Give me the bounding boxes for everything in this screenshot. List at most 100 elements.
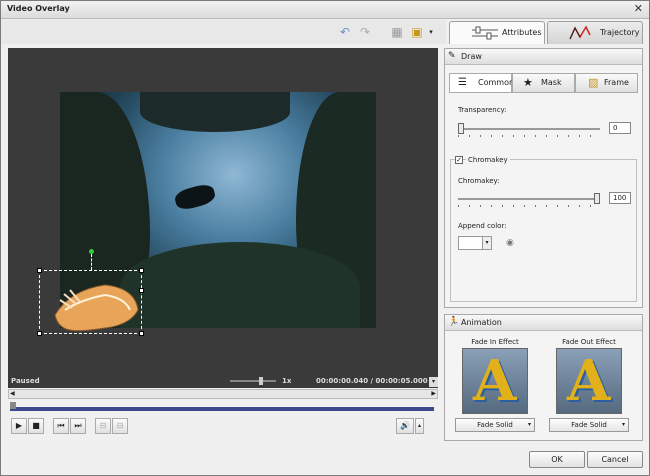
transparency-value-field[interactable]: 0 — [609, 122, 631, 134]
aspect-ratio-dropdown-icon[interactable]: ▾ — [426, 24, 436, 40]
common-icon: ☰ — [458, 77, 467, 88]
tab-trajectory-label: Trajectory — [600, 28, 640, 37]
ok-button[interactable]: OK — [529, 451, 585, 468]
resize-handle-top-left[interactable] — [37, 268, 42, 273]
status-bar: Paused 1x 00:00:00.040 / 00:00:05.000 — [8, 375, 438, 388]
fade-in-select[interactable]: Fade Solid ▾ — [455, 418, 535, 432]
close-icon[interactable]: ✕ — [634, 2, 643, 15]
transparency-slider[interactable] — [458, 123, 600, 137]
attributes-icon — [472, 26, 498, 40]
chevron-down-icon: ▾ — [527, 421, 531, 428]
subtab-frame[interactable]: ▨ Frame — [575, 73, 638, 93]
append-color-picker[interactable]: ▾ — [458, 236, 492, 250]
previous-frame-button[interactable]: ⏮ — [53, 418, 69, 434]
next-frame-icon: ⏭ — [74, 421, 82, 430]
fade-out-select[interactable]: Fade Solid ▾ — [549, 418, 629, 432]
draw-panel-title: Draw — [461, 52, 482, 61]
chromakey-slider-track — [458, 198, 600, 200]
play-button[interactable]: ▶ — [11, 418, 27, 434]
transparency-slider-knob[interactable] — [458, 123, 464, 134]
playback-state: Paused — [11, 377, 40, 385]
window-title: Video Overlay — [7, 4, 70, 13]
chevron-down-icon: ▾ — [482, 237, 491, 249]
mark-in-icon: ⊟ — [99, 421, 107, 430]
diver-silhouette — [173, 182, 217, 212]
fade-out-preview-letter: A — [567, 348, 611, 414]
chromakey-group: ✓ Chromakey Chromakey: 100 Append color:… — [450, 156, 637, 302]
resize-handle-bottom-left[interactable] — [37, 331, 42, 336]
grid-icon[interactable]: ▦ — [389, 24, 405, 40]
tab-attributes-label: Attributes — [502, 28, 542, 37]
redo-icon[interactable]: ↷ — [357, 24, 373, 40]
fade-out-select-value: Fade Solid — [571, 421, 607, 429]
rotation-handle[interactable] — [89, 249, 94, 254]
eyedropper-icon[interactable]: ◉ — [506, 238, 514, 248]
cave-ceiling — [140, 92, 290, 132]
scroll-left-icon[interactable]: ◀ — [10, 390, 15, 397]
scroll-right-icon[interactable]: ▶ — [431, 390, 436, 397]
chromakey-group-label: Chromakey — [466, 156, 510, 164]
chevron-down-icon: ▾ — [621, 421, 625, 428]
resize-handle-bottom-right[interactable] — [139, 331, 144, 336]
brush-icon: ✎ — [448, 51, 456, 61]
undo-icon[interactable]: ↶ — [337, 24, 353, 40]
transparency-slider-ticks — [458, 135, 600, 137]
speed-slider[interactable] — [230, 377, 276, 385]
animation-panel: 🏃 Animation Fade In Effect Fade Out Effe… — [444, 314, 643, 441]
rotation-guide — [91, 254, 92, 270]
subtab-common-label: Common — [478, 78, 515, 87]
previous-frame-icon: ⏮ — [57, 421, 65, 430]
chromakey-label: Chromakey: — [458, 177, 500, 185]
toolbar: ↶ ↷ ▦ ▣ ▾ — [1, 20, 446, 44]
subtab-common[interactable]: ☰ Common — [449, 73, 515, 93]
fade-in-label: Fade In Effect — [471, 338, 519, 346]
aspect-ratio-icon[interactable]: ▣ — [409, 24, 425, 40]
tab-attributes[interactable]: Attributes — [449, 21, 545, 44]
mark-out-icon: ⊟ — [116, 421, 124, 430]
mask-icon: ★ — [523, 76, 533, 89]
fade-out-preview[interactable]: A — [556, 348, 622, 414]
stop-icon: ■ — [32, 421, 40, 430]
reef — [120, 242, 360, 328]
cancel-button[interactable]: Cancel — [587, 451, 643, 468]
timeline[interactable] — [8, 401, 436, 413]
chromakey-value-field[interactable]: 100 — [609, 192, 631, 204]
frame-icon: ▨ — [588, 76, 599, 89]
chromakey-slider[interactable] — [458, 193, 600, 207]
status-scroll-down-icon[interactable]: ▾ — [429, 377, 438, 387]
timeline-position-marker[interactable] — [10, 402, 16, 409]
transparency-slider-track — [458, 128, 600, 130]
tab-trajectory[interactable]: Trajectory — [547, 21, 643, 44]
title-bar: Video Overlay ✕ — [1, 1, 649, 19]
chromakey-checkbox[interactable]: ✓ — [455, 156, 463, 164]
timeline-track — [10, 407, 434, 411]
horizontal-scrollbar[interactable]: ◀ ▶ — [8, 389, 438, 399]
append-color-label: Append color: — [458, 222, 507, 230]
video-overlay-window: Video Overlay ✕ ↶ ↷ ▦ ▣ ▾ Attributes Tra… — [0, 0, 650, 476]
resize-handle-top-right[interactable] — [139, 268, 144, 273]
fade-in-preview[interactable]: A — [462, 348, 528, 414]
trajectory-icon — [569, 25, 591, 40]
volume-dropdown-icon: ▴ — [417, 422, 421, 429]
running-figure-icon: 🏃 — [448, 317, 460, 327]
mark-in-button[interactable]: ⊟ — [95, 418, 111, 434]
fade-out-label: Fade Out Effect — [562, 338, 616, 346]
volume-button[interactable]: 🔊 — [396, 418, 414, 434]
volume-dropdown[interactable]: ▴ — [415, 418, 424, 434]
fade-in-select-value: Fade Solid — [477, 421, 513, 429]
animation-panel-header: 🏃 Animation — [445, 315, 642, 331]
selection-box[interactable] — [39, 270, 142, 334]
speed-slider-knob[interactable] — [258, 377, 263, 385]
video-preview[interactable] — [8, 48, 438, 376]
animation-panel-title: Animation — [461, 318, 502, 327]
draw-panel-header: ✎ Draw — [445, 49, 642, 65]
subtab-frame-label: Frame — [604, 78, 629, 87]
mark-out-button[interactable]: ⊟ — [112, 418, 128, 434]
playback-speed: 1x — [282, 377, 292, 385]
chromakey-slider-knob[interactable] — [594, 193, 600, 204]
resize-handle-right[interactable] — [139, 288, 144, 293]
next-frame-button[interactable]: ⏭ — [70, 418, 86, 434]
draw-panel: ✎ Draw ☰ Common ★ Mask ▨ Frame Transpare… — [444, 48, 643, 308]
stop-button[interactable]: ■ — [28, 418, 44, 434]
subtab-mask[interactable]: ★ Mask — [512, 73, 575, 93]
